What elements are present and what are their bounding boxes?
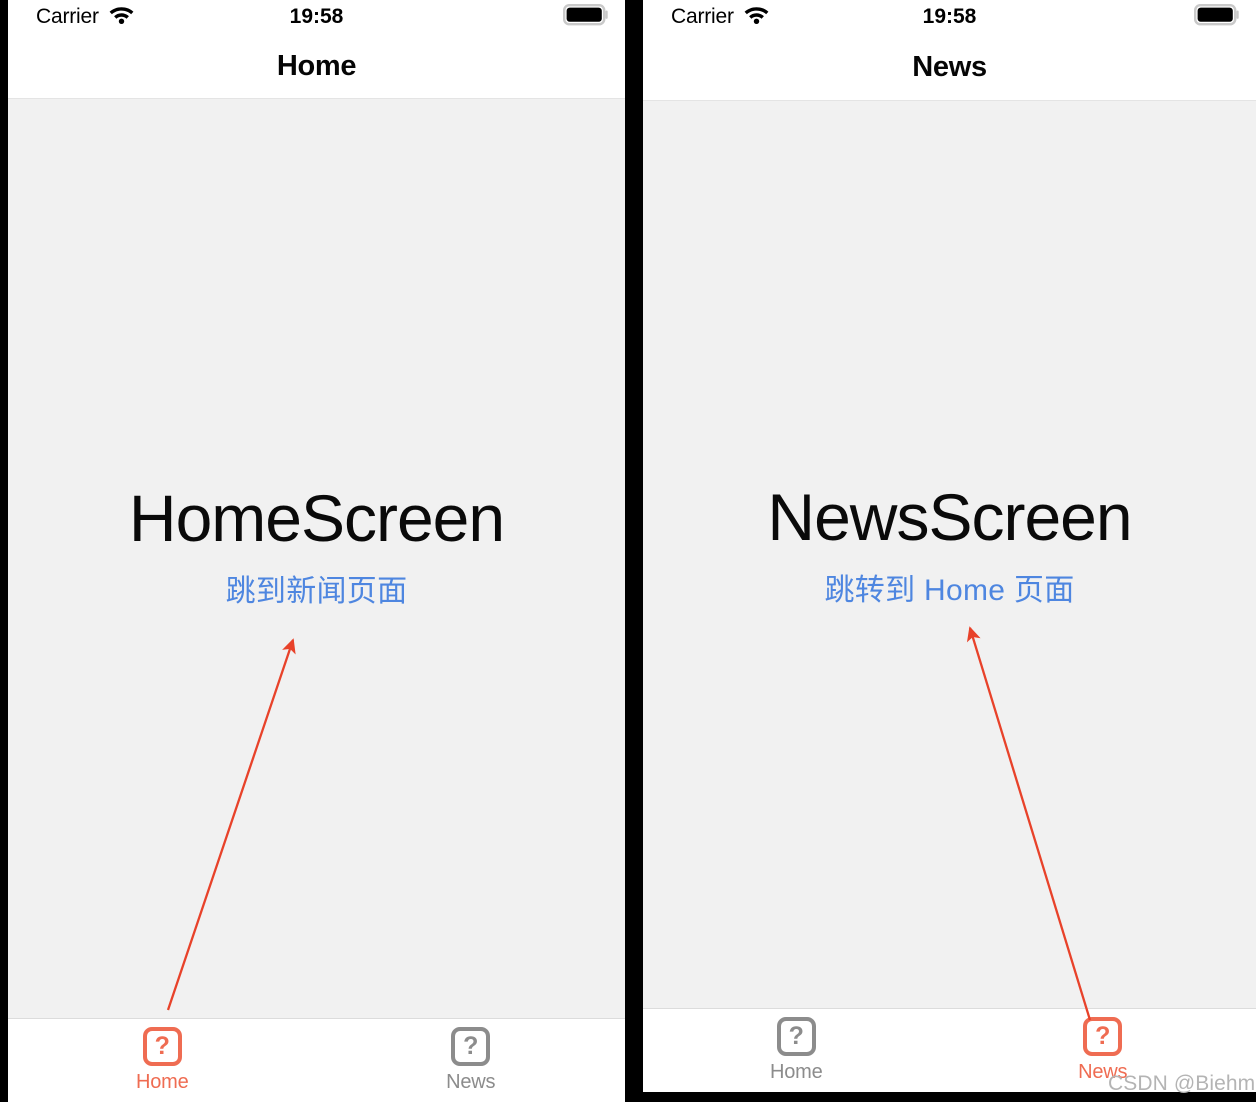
status-bar: Carrier 19:58 <box>643 0 1256 34</box>
page-title: Home <box>276 49 357 82</box>
tab-home[interactable]: ? Home <box>8 1027 317 1094</box>
screen-content-home: HomeScreen 跳到新闻页面 <box>8 99 625 1018</box>
watermark: CSDN @Biehmltym <box>1108 1072 1256 1095</box>
tab-news[interactable]: ? News <box>317 1027 626 1094</box>
phone-screenshot-news: Carrier 19:58 News NewsScreen 跳转到 Home 页… <box>643 0 1256 1092</box>
screen-heading: NewsScreen <box>767 480 1132 554</box>
status-bar-clock: 19:58 <box>289 5 344 28</box>
screen-heading: HomeScreen <box>128 481 505 555</box>
status-bar: Carrier 19:58 <box>8 0 625 34</box>
phone-screenshot-home: Carrier 19:58 Home HomeScreen 跳到新闻页面 ? H… <box>8 0 625 1102</box>
screen-content-news: NewsScreen 跳转到 Home 页面 <box>643 101 1256 1008</box>
navigation-bar: Home <box>8 34 625 99</box>
tab-home[interactable]: ? Home <box>643 1017 950 1084</box>
screenshot-root: Carrier 19:58 Home HomeScreen 跳到新闻页面 ? H… <box>0 0 1256 1102</box>
tab-bar: ? Home ? News <box>8 1018 625 1102</box>
status-bar-clock: 19:58 <box>922 5 977 28</box>
content-stack: HomeScreen 跳到新闻页面 <box>8 481 625 610</box>
content-stack: NewsScreen 跳转到 Home 页面 <box>643 480 1256 609</box>
tab-home-label: Home <box>769 1061 823 1083</box>
tab-home-label: Home <box>135 1071 189 1093</box>
image-placeholder-question-icon: ? <box>451 1027 491 1066</box>
image-placeholder-question-icon: ? <box>142 1027 182 1066</box>
navigate-to-home-link[interactable]: 跳转到 Home 页面 <box>825 565 1075 609</box>
image-placeholder-question-icon: ? <box>776 1017 816 1056</box>
navigate-to-news-link[interactable]: 跳到新闻页面 <box>226 566 408 610</box>
tab-news-label: News <box>446 1071 496 1093</box>
page-title: News <box>912 50 987 83</box>
image-placeholder-question-icon: ? <box>1083 1017 1123 1056</box>
navigation-bar: News <box>643 34 1256 101</box>
